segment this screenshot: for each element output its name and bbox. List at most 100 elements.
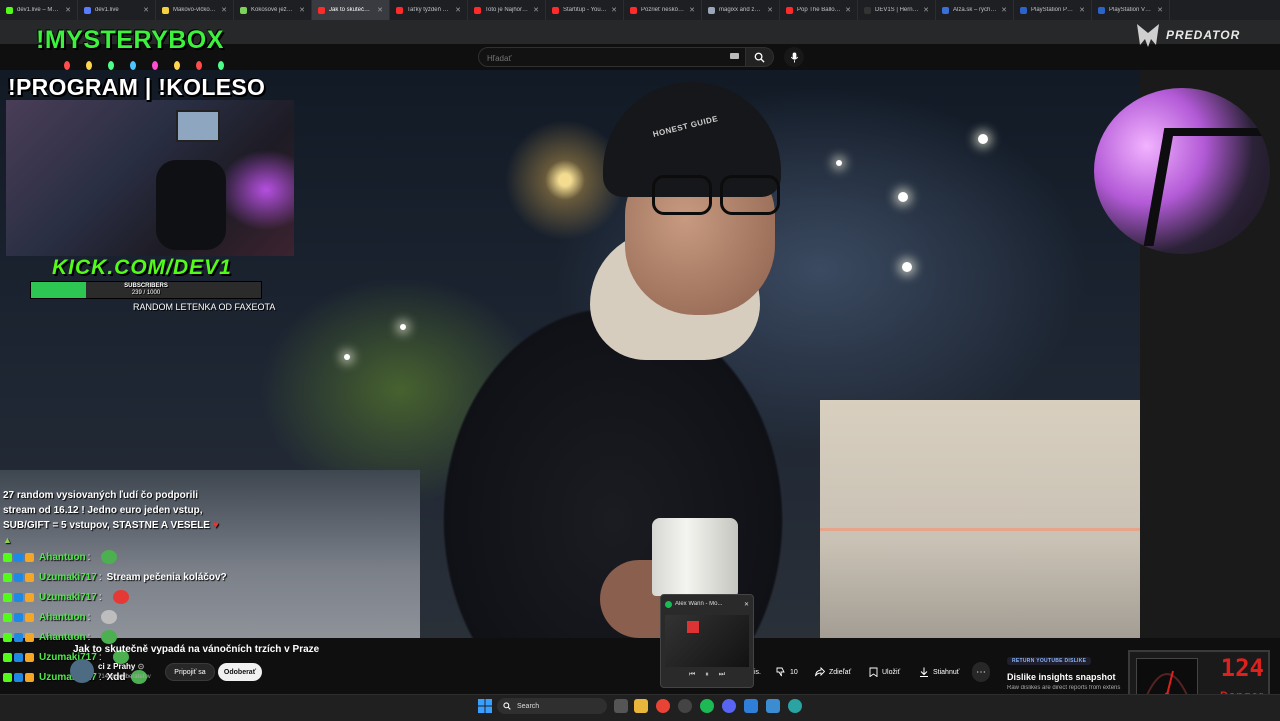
close-tab-icon[interactable]: ✕ bbox=[299, 6, 305, 14]
close-tab-icon[interactable]: ✕ bbox=[1157, 6, 1163, 14]
close-tab-icon[interactable]: ✕ bbox=[65, 6, 71, 14]
media-thumbnail-popup[interactable]: Alex Wann - Mo... ✕ ⏮ ⏸ ⏭ bbox=[660, 594, 754, 688]
microphone-icon bbox=[790, 51, 798, 63]
random-flight-text: RANDOM LETENKA OD FAXEOTA bbox=[133, 302, 276, 312]
browser-tab[interactable]: Makovo-vlčková li ✕ bbox=[156, 0, 234, 20]
light-bulb-icon bbox=[174, 61, 180, 70]
tab-favicon-icon bbox=[552, 6, 559, 14]
tab-title: Pozrieť neskôr - You bbox=[641, 7, 685, 13]
chat-announcement-line: 27 random vysiovaných ľudí čo podporili bbox=[3, 490, 199, 501]
spotify-taskbar-icon[interactable] bbox=[700, 699, 714, 713]
previous-track-icon[interactable]: ⏮ bbox=[689, 671, 695, 683]
ryd-badge: RETURN YOUTUBE DISLIKE bbox=[1007, 657, 1092, 665]
close-tab-icon[interactable]: ✕ bbox=[377, 6, 383, 14]
browser-tab[interactable]: Jak to skutečně vyp ✕ bbox=[312, 0, 390, 20]
channel-name[interactable]: ci z Prahy ⊙ bbox=[98, 662, 144, 671]
close-tab-icon[interactable]: ✕ bbox=[221, 6, 227, 14]
kick-url: KICK.COM/DEV1 bbox=[52, 256, 232, 279]
chat-badge-icon bbox=[14, 632, 23, 642]
download-button[interactable]: Stiahnuť bbox=[919, 662, 959, 682]
chat-announcement-line: stream od 16.12 ! Jedno euro jeden vstup… bbox=[3, 505, 203, 516]
chat-badge-icon bbox=[25, 612, 34, 622]
video-ice-rink bbox=[820, 400, 1140, 638]
discord-icon[interactable] bbox=[722, 699, 736, 713]
next-track-icon[interactable]: ⏭ bbox=[719, 671, 725, 683]
tab-favicon-icon bbox=[864, 6, 871, 14]
settings-icon[interactable] bbox=[678, 699, 692, 713]
edge-icon[interactable] bbox=[788, 699, 802, 713]
close-tab-icon[interactable]: ✕ bbox=[455, 6, 461, 14]
close-tab-icon[interactable]: ✕ bbox=[767, 6, 773, 14]
browser-tab[interactable]: Pozrieť neskôr - You ✕ bbox=[624, 0, 702, 20]
task-view-icon[interactable] bbox=[614, 699, 628, 713]
close-tab-icon[interactable]: ✕ bbox=[923, 6, 929, 14]
search-box[interactable] bbox=[478, 47, 746, 68]
video-light bbox=[898, 192, 908, 202]
browser-tab[interactable]: magixx and zonti1v ✕ bbox=[702, 0, 780, 20]
chat-badge-icon bbox=[14, 552, 23, 562]
browser-tab[interactable]: Alza.sk – rýchly a p ✕ bbox=[936, 0, 1014, 20]
subscribe-button[interactable]: Odoberať bbox=[218, 663, 262, 681]
chrome-icon[interactable] bbox=[656, 699, 670, 713]
browser-tab[interactable]: Kokosové ježci | Pre ✕ bbox=[234, 0, 312, 20]
share-button[interactable]: Zdieľať bbox=[815, 662, 851, 682]
bookmark-icon bbox=[869, 667, 878, 677]
danger-value: 124 bbox=[1220, 654, 1264, 682]
close-tab-icon[interactable]: ✕ bbox=[845, 6, 851, 14]
close-tab-icon[interactable]: ✕ bbox=[689, 6, 695, 14]
tab-favicon-icon bbox=[318, 6, 325, 14]
tab-title: Kokosové ježci | Pre bbox=[251, 7, 295, 13]
browser-tab[interactable]: PlayStation VR2 zo ✕ bbox=[1092, 0, 1170, 20]
browser-tab[interactable]: Toto je Najhoršie H✕ bbox=[468, 0, 546, 20]
subscriber-goal-bar: SUBSCRIBERS 239 / 1000 bbox=[30, 281, 262, 299]
browser-tab[interactable]: dev1.live ✕ bbox=[78, 0, 156, 20]
close-tab-icon[interactable]: ✕ bbox=[1079, 6, 1085, 14]
close-icon[interactable]: ✕ bbox=[744, 601, 749, 608]
media-popup-preview[interactable] bbox=[665, 615, 749, 667]
search-input[interactable] bbox=[479, 49, 725, 68]
save-button[interactable]: Uložiť bbox=[869, 662, 900, 682]
file-explorer-icon[interactable] bbox=[634, 699, 648, 713]
browser-tab[interactable]: dev1.live – MYSTERY ✕ bbox=[0, 0, 78, 20]
browser-tab[interactable]: DEV1S | Herné ukoi ✕ bbox=[858, 0, 936, 20]
browser-tab[interactable]: Startitup - YouTube✕ bbox=[546, 0, 624, 20]
browser-tab[interactable]: PlayStation Portal R ✕ bbox=[1014, 0, 1092, 20]
video-light bbox=[902, 262, 912, 272]
chat-badge-icon bbox=[14, 652, 23, 662]
dislike-count: 10 bbox=[790, 668, 798, 676]
keyboard-icon[interactable] bbox=[730, 53, 739, 59]
taskbar-search[interactable]: Search bbox=[497, 698, 607, 714]
voice-search-button[interactable] bbox=[784, 47, 804, 67]
tab-title: Alza.sk – rýchly a p bbox=[953, 7, 997, 13]
pause-icon[interactable]: ⏸ bbox=[705, 671, 709, 683]
join-button[interactable]: Pripojiť sa bbox=[165, 663, 215, 681]
browser-tab[interactable]: Pop The Balloon or✕ bbox=[780, 0, 858, 20]
close-tab-icon[interactable]: ✕ bbox=[1001, 6, 1007, 14]
channel-avatar[interactable] bbox=[70, 659, 94, 683]
tab-favicon-icon bbox=[708, 6, 715, 14]
chat-badge-icon bbox=[14, 572, 23, 582]
close-tab-icon[interactable]: ✕ bbox=[611, 6, 617, 14]
close-tab-icon[interactable]: ✕ bbox=[533, 6, 539, 14]
save-label: Uložiť bbox=[882, 668, 901, 676]
search-icon bbox=[754, 52, 765, 63]
video-light bbox=[978, 134, 988, 144]
chat-emote-icon bbox=[101, 630, 118, 644]
more-actions-button[interactable]: ⋯ bbox=[972, 662, 990, 682]
program-koleso-command: !PROGRAM | !KOLESO bbox=[8, 74, 266, 100]
search-button[interactable] bbox=[746, 47, 774, 67]
light-bulb-icon bbox=[196, 61, 202, 70]
windows-start-icon[interactable] bbox=[478, 699, 492, 713]
app-icon[interactable] bbox=[766, 699, 780, 713]
close-tab-icon[interactable]: ✕ bbox=[143, 6, 149, 14]
tab-favicon-icon bbox=[162, 6, 169, 14]
predator-logo-icon bbox=[1137, 24, 1159, 47]
dislike-button[interactable]: 10 bbox=[776, 662, 798, 682]
app-icon[interactable] bbox=[744, 699, 758, 713]
heart-icon: ♥ bbox=[212, 520, 219, 531]
tab-title: Makovo-vlčková li bbox=[173, 7, 218, 13]
tab-title: Taťký týždeň Krejz bbox=[407, 7, 451, 13]
browser-tab[interactable]: Taťký týždeň Krejz ✕ bbox=[390, 0, 468, 20]
tab-title: Startitup - YouTube bbox=[563, 7, 608, 13]
channel-subscriber-count: 714 tis. odberateľov bbox=[98, 674, 151, 680]
